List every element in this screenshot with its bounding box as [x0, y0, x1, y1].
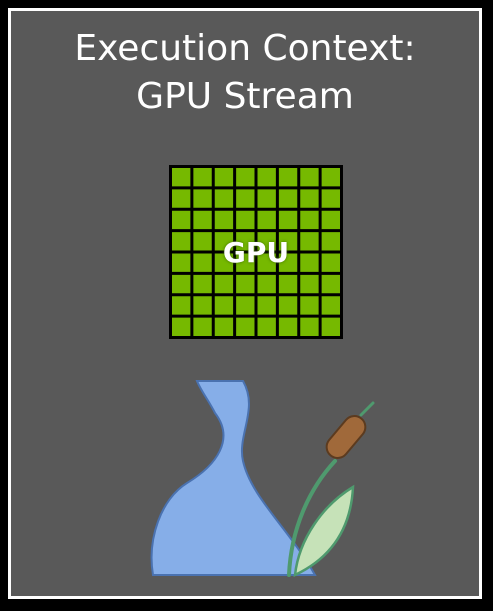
gpu-core-cell	[172, 317, 191, 336]
gpu-core-cell	[300, 274, 319, 294]
gpu-core-cell	[172, 168, 191, 187]
gpu-core-cell	[257, 253, 276, 272]
gpu-chip-icon: GPU	[169, 165, 343, 339]
gpu-core-cell	[300, 317, 319, 336]
gpu-core-cell	[172, 274, 191, 294]
gpu-core-cell	[321, 232, 340, 251]
gpu-core-cell	[321, 168, 340, 187]
gpu-core-cell	[236, 232, 255, 251]
gpu-core-cell	[172, 189, 191, 208]
title-line-1: Execution Context:	[74, 28, 416, 69]
gpu-core-cell	[236, 168, 255, 187]
gpu-core-cell	[321, 317, 340, 336]
gpu-core-cell	[236, 189, 255, 208]
execution-context-panel: Execution Context: GPU Stream GPU	[8, 8, 482, 599]
gpu-core-cell	[172, 253, 191, 272]
gpu-core-cell	[300, 232, 319, 251]
gpu-core-cell	[300, 253, 319, 272]
gpu-core-cell	[172, 296, 191, 315]
gpu-core-cell	[278, 210, 298, 230]
gpu-core-cell	[193, 253, 212, 272]
gpu-core-cell	[278, 232, 298, 251]
gpu-core-cell	[236, 210, 255, 230]
gpu-core-cell	[321, 253, 340, 272]
gpu-core-cell	[278, 296, 298, 315]
gpu-core-cell	[321, 189, 340, 208]
gpu-core-cell	[193, 189, 212, 208]
gpu-core-cell	[214, 274, 234, 294]
gpu-core-cell	[300, 189, 319, 208]
gpu-core-cell	[257, 274, 276, 294]
gpu-core-cell	[321, 274, 340, 294]
gpu-core-cell	[257, 189, 276, 208]
gpu-core-cell	[300, 296, 319, 315]
gpu-core-cell	[193, 274, 212, 294]
gpu-core-cell	[193, 317, 212, 336]
gpu-core-cell	[214, 232, 234, 251]
gpu-core-cell	[193, 168, 212, 187]
gpu-core-cell	[214, 317, 234, 336]
gpu-core-cell	[193, 210, 212, 230]
gpu-grid	[169, 165, 343, 339]
gpu-core-cell	[278, 317, 298, 336]
gpu-core-cell	[172, 232, 191, 251]
gpu-core-cell	[257, 296, 276, 315]
title-line-2: GPU Stream	[136, 76, 354, 117]
gpu-core-cell	[321, 210, 340, 230]
cattail-head	[325, 415, 367, 459]
gpu-core-cell	[278, 274, 298, 294]
gpu-core-cell	[300, 168, 319, 187]
gpu-core-cell	[278, 168, 298, 187]
gpu-core-cell	[236, 274, 255, 294]
gpu-core-cell	[257, 317, 276, 336]
gpu-core-cell	[214, 168, 234, 187]
gpu-core-cell	[257, 232, 276, 251]
cattail-tip	[359, 401, 375, 417]
gpu-core-cell	[236, 317, 255, 336]
gpu-core-cell	[214, 189, 234, 208]
gpu-core-cell	[278, 253, 298, 272]
gpu-core-cell	[214, 210, 234, 230]
stream-illustration	[150, 380, 375, 578]
gpu-core-cell	[193, 296, 212, 315]
gpu-core-cell	[278, 189, 298, 208]
gpu-core-cell	[236, 253, 255, 272]
gpu-core-cell	[321, 296, 340, 315]
gpu-core-cell	[214, 253, 234, 272]
gpu-core-cell	[193, 232, 212, 251]
gpu-core-cell	[257, 168, 276, 187]
panel-title: Execution Context: GPU Stream	[11, 25, 479, 121]
gpu-core-cell	[257, 210, 276, 230]
cattail-leaf	[293, 484, 355, 578]
gpu-core-cell	[236, 296, 255, 315]
gpu-core-cell	[214, 296, 234, 315]
gpu-core-cell	[300, 210, 319, 230]
gpu-core-cell	[172, 210, 191, 230]
